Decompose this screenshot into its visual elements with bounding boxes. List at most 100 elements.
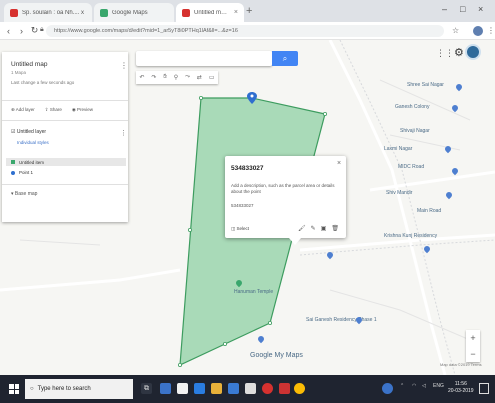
popup-title[interactable]: 534833027 [231,165,264,172]
store-icon[interactable] [228,383,239,394]
taskbar-app-icon[interactable] [245,383,256,394]
maximize-button[interactable]: □ [460,4,465,14]
taskbar-clock[interactable]: 11:56 20-03-2019 [448,381,474,395]
tray-up-chevron-icon[interactable]: ⌃ [400,383,404,389]
place-label[interactable]: Shiv Mandir [386,190,412,196]
trash-icon[interactable]: 🗑︎ [331,225,339,232]
drawing-toolbar: ↶ ↷ ✋︎ ⚲ ⤳ ⇄ ▭ [136,71,218,84]
map-canvas[interactable]: Shree Sai Nagar Ganesh Colony Shivaji Na… [0,40,495,375]
edit-pencil-icon[interactable]: ✎ [311,225,316,232]
tab-title: Untitled map - Google My Maps [194,9,230,16]
layer-style-link[interactable]: Individual styles [17,140,49,145]
forward-arrow-icon[interactable]: › [15,26,28,36]
menu-kebab-icon[interactable]: ⋮ [487,26,495,35]
directions-icon[interactable]: ⇄ [197,74,202,81]
layer-name: Untitled layer [16,129,47,135]
close-icon[interactable]: × [337,160,341,167]
place-label[interactable]: Hanuman Temple [234,289,273,295]
panel-menu-icon[interactable]: ⋮ [120,61,128,70]
camera-icon[interactable]: ▣ [321,225,327,232]
place-label[interactable]: MIDC Road [398,164,424,170]
edge-browser-icon[interactable] [194,383,205,394]
add-layer-button[interactable]: ⊕ Add layer [11,107,35,113]
browser-tab-strip: Sp. soulain : oa Nh.... x Google Maps Un… [0,0,495,22]
tab-favicon-icon [10,8,18,17]
point-icon [11,170,15,175]
style-button[interactable]: ◫ Select [231,226,249,232]
popup-description[interactable]: Add a description, such as the parcel ar… [231,183,337,195]
layer-menu-icon[interactable]: ⋮ [120,129,127,137]
browser-tab-3[interactable]: Untitled map - Google My Maps × [176,3,244,22]
back-arrow-icon[interactable]: ‹ [2,26,15,36]
draw-line-icon[interactable]: ⤳ [185,74,190,81]
tray-app-icon[interactable] [382,383,393,394]
browser-toolbar: ‹ › ↻ 🔒︎ https://www.google.com/maps/d/e… [0,22,495,40]
preview-button[interactable]: ◉ Preview [72,107,93,113]
browser-tab-1[interactable]: Sp. soulain : oa Nh.... x [4,3,92,22]
place-label[interactable]: Laxmi Nagar [384,146,412,152]
map-search-input[interactable] [136,51,272,66]
clock-date: 20-03-2019 [448,388,474,394]
popup-code: 534833027 [231,203,254,208]
browser-tab-2[interactable]: Google Maps [94,3,174,22]
close-window-button[interactable]: × [478,4,483,14]
minimize-button[interactable]: – [442,4,447,14]
place-label[interactable]: Shivaji Nagar [400,128,430,134]
zoom-in-button[interactable]: + [466,330,480,346]
wifi-icon[interactable]: ◠ [412,383,416,389]
marker-icon[interactable]: ⚲ [174,74,178,81]
popup-toolbar: ◫ Select 🖌︎ ✎ ▣ 🗑︎ [231,225,339,233]
preview-label: Preview [77,107,94,112]
place-label[interactable]: Ganesh Colony [395,104,429,110]
map-description[interactable]: Last change a few seconds ago [11,80,74,85]
paint-icon[interactable]: 🖌︎ [298,225,306,232]
map-copyright[interactable]: Map data ©2019 Terms [440,362,482,367]
hand-icon[interactable]: ✋︎ [163,74,166,81]
language-indicator[interactable]: ENG [433,383,444,389]
taskbar-search[interactable]: ○ Type here to search [25,379,133,399]
profile-avatar[interactable] [473,26,483,36]
task-view-icon[interactable]: ⧉ [141,383,152,394]
map-title[interactable]: Untitled map [11,61,48,68]
base-map-label: Base map [14,191,38,197]
file-explorer-icon[interactable] [211,383,222,394]
feature-item[interactable]: Untitled item [6,158,126,166]
search-button[interactable]: ⌕ [272,51,298,66]
divider [2,120,128,121]
feature-item[interactable]: Point 1 [11,170,33,175]
share-button[interactable]: ⇪ Share [45,107,62,113]
feature-item-label: Point 1 [19,170,34,175]
layer-item[interactable]: ☑ Untitled layer [11,129,46,135]
windows-start-icon[interactable] [9,384,19,394]
account-avatar[interactable] [465,44,481,60]
zoom-control: + − [466,330,480,362]
base-map-toggle[interactable]: ▾ Base map [11,191,37,197]
volume-icon[interactable]: ◁ [422,383,426,389]
place-label[interactable]: Krishna Kunj Residency [384,233,437,239]
tab-title: Sp. soulain : oa Nh.... x [22,9,85,16]
apps-grid-icon[interactable]: ⋮⋮ [436,48,454,59]
new-tab-button[interactable]: + [246,5,252,17]
opera-icon[interactable] [262,383,273,394]
notifications-icon[interactable] [479,383,489,394]
place-label[interactable]: Main Road [417,208,441,214]
taskbar-app-icon[interactable] [160,383,171,394]
taskbar-app-icon[interactable] [279,383,290,394]
map-side-panel: Untitled map ⋮ 1 Mapa Last change a few … [2,52,128,222]
taskbar-search-placeholder: Type here to search [37,386,91,392]
place-label[interactable]: Sai Ganesh Residency Phase 1 [306,317,377,323]
redo-icon[interactable]: ↷ [151,74,156,81]
clock-time: 11:56 [454,381,467,387]
ruler-icon[interactable]: ▭ [209,74,215,81]
place-label[interactable]: Shree Sai Nagar [407,82,444,88]
undo-icon[interactable]: ↶ [139,74,144,81]
gear-icon[interactable]: ⚙ [454,46,464,59]
tab-close-icon[interactable]: × [234,9,238,16]
chrome-icon[interactable] [294,383,305,394]
zoom-out-button[interactable]: − [466,346,480,362]
search-icon: ○ [30,386,34,392]
star-icon[interactable]: ☆ [452,26,459,35]
map-subtitle: 1 Mapa [11,70,27,75]
address-bar[interactable]: https://www.google.com/maps/d/edit?mid=1… [46,25,444,37]
taskbar-app-icon[interactable] [177,383,188,394]
